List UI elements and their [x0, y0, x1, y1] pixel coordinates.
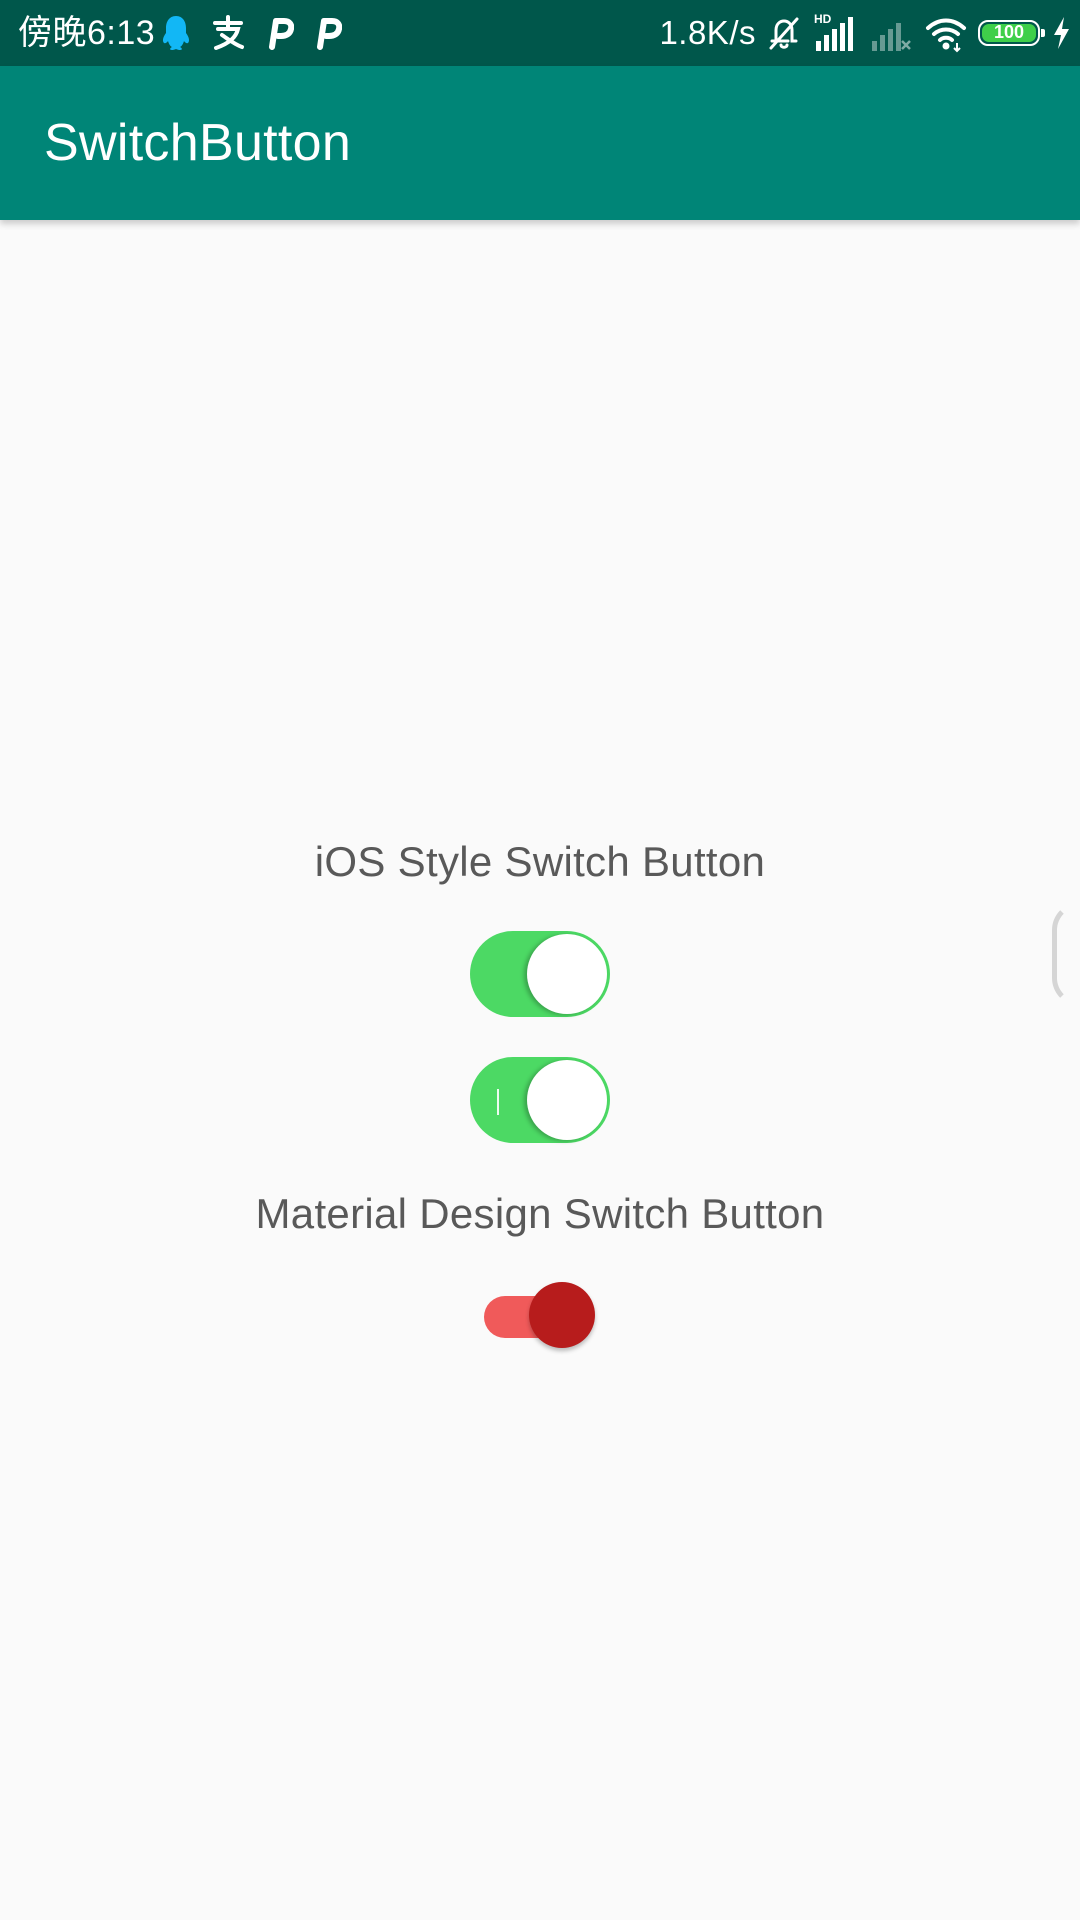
app-title: SwitchButton — [44, 114, 352, 172]
mute-bell-icon — [769, 17, 799, 50]
battery-icon: 100 — [978, 20, 1045, 46]
qq-icon — [162, 16, 190, 50]
p-icon — [269, 18, 294, 50]
network-speed: 1.8K/s — [659, 14, 756, 51]
edge-swipe-handle[interactable] — [1052, 902, 1080, 1006]
material-switch-button[interactable] — [484, 1282, 596, 1352]
status-right: 1.8K/s HD 100 — [659, 10, 1072, 56]
signal-hd-icon: HD — [814, 12, 853, 51]
hd-label: HD — [814, 12, 832, 26]
material-section-label: Material Design Switch Button — [255, 1190, 825, 1237]
battery-level: 100 — [993, 22, 1025, 42]
charging-icon — [1054, 17, 1069, 49]
battery-tip — [1041, 29, 1045, 37]
material-switch-thumb — [529, 1282, 595, 1348]
wifi-icon — [926, 18, 966, 53]
ios-section-label: iOS Style Switch Button — [314, 838, 766, 885]
screen: 傍晚6:13 1.8K/s HD 100 SwitchButton iOS St… — [0, 0, 1080, 1920]
ios-switch-button-1[interactable] — [470, 931, 610, 1017]
p-icon — [317, 18, 342, 50]
alipay-icon — [213, 15, 244, 50]
status-time: 傍晚6:13 — [18, 14, 156, 52]
ios-switch-button-2[interactable] — [470, 1057, 610, 1143]
ios-switch-knob — [527, 934, 607, 1014]
signal-weak-icon — [872, 23, 911, 51]
status-left-icons — [160, 12, 342, 54]
status-bar: 傍晚6:13 1.8K/s HD 100 — [0, 0, 1080, 66]
ios-switch-knob — [527, 1060, 607, 1140]
on-indicator-mark — [497, 1089, 499, 1115]
app-bar: SwitchButton — [0, 66, 1080, 220]
